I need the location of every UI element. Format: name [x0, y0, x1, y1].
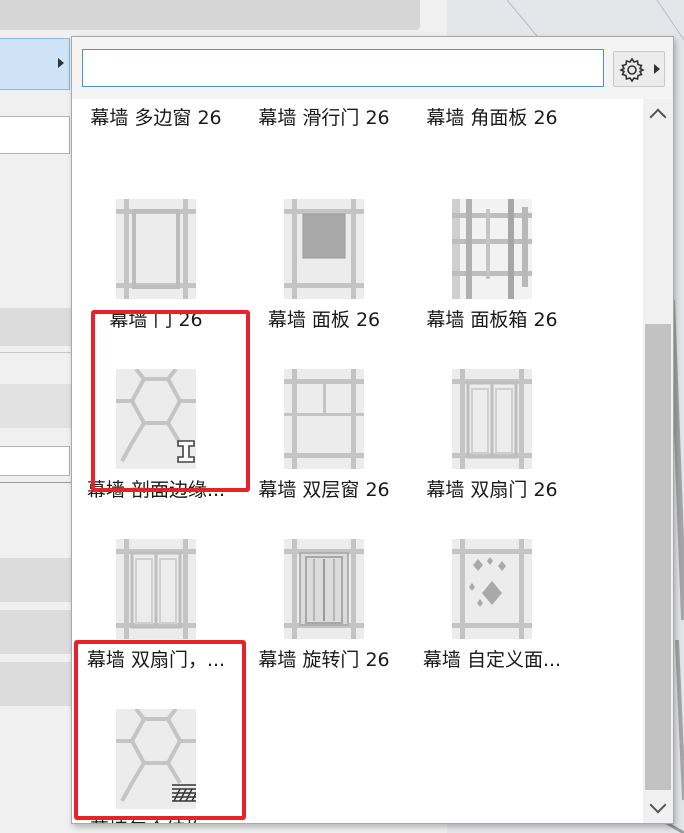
dropdown-arrow-icon [654, 64, 660, 74]
object-label: 幕墙 旋转门 26 [258, 649, 390, 671]
background-toolbar [0, 0, 420, 30]
object-label: 幕墙 多边窗 26 [90, 107, 222, 129]
object-label: 幕墙 自定义面... [422, 649, 562, 671]
popup-header [72, 37, 673, 99]
curtain-wall-double-door-thumbnail [452, 369, 532, 469]
highlight-box [74, 640, 246, 820]
chevron-up-icon [649, 108, 667, 126]
curtain-wall-revolving-door-thumbnail [284, 539, 364, 639]
divider [0, 482, 72, 483]
object-tile[interactable]: 幕墙 滑行门 26 [240, 99, 408, 133]
chevron-down-icon [649, 796, 667, 814]
object-tile[interactable]: 幕墙 角面板 26 [408, 99, 576, 133]
object-label: 幕墙 面板 26 [267, 309, 381, 331]
object-tile[interactable]: 幕墙 双扇门 26 [408, 344, 576, 514]
divider [0, 352, 72, 353]
background-bar [0, 558, 72, 602]
curtain-wall-double-door-2-thumbnail [116, 539, 196, 639]
background-bar [0, 662, 72, 706]
object-grid: 幕墙 多边窗 26 幕墙 滑行门 26 幕墙 角面板 26 幕墙 门 26 幕墙… [72, 99, 643, 823]
background-bar [0, 308, 72, 346]
object-tile[interactable]: 幕墙 多边窗 26 [72, 99, 240, 133]
settings-button[interactable] [613, 51, 665, 87]
curtain-wall-panel-box-thumbnail [452, 199, 532, 299]
object-label: 幕墙 双扇门 26 [426, 479, 558, 501]
vertical-scrollbar[interactable] [643, 99, 673, 823]
object-label: 幕墙 双层窗 26 [258, 479, 390, 501]
scroll-thumb[interactable] [645, 324, 671, 790]
object-tile[interactable]: 幕墙 自定义面... [408, 514, 576, 684]
object-picker-popup: 幕墙 多边窗 26 幕墙 滑行门 26 幕墙 角面板 26 幕墙 门 26 幕墙… [71, 36, 674, 824]
object-tile[interactable]: 幕墙 双层窗 26 [240, 344, 408, 514]
background-bar [0, 610, 72, 654]
gear-icon [619, 57, 645, 83]
background-field[interactable] [0, 446, 70, 476]
curtain-wall-panel-thumbnail [284, 199, 364, 299]
scroll-up-button[interactable] [643, 99, 673, 129]
object-tile[interactable]: 幕墙 旋转门 26 [240, 514, 408, 684]
curtain-wall-double-window-thumbnail [284, 369, 364, 469]
curtain-wall-door-thumbnail [116, 199, 196, 299]
background-field[interactable] [0, 116, 70, 154]
object-tile[interactable]: 幕墙 面板 26 [240, 174, 408, 344]
search-input[interactable] [82, 49, 604, 87]
object-label: 幕墙 滑行门 26 [258, 107, 390, 129]
submenu-arrow-icon [58, 58, 64, 68]
background-panel [0, 0, 420, 833]
object-label: 幕墙 面板箱 26 [426, 309, 558, 331]
object-label: 幕墙 角面板 26 [426, 107, 558, 129]
scroll-down-button[interactable] [643, 793, 673, 823]
background-bar [0, 384, 72, 428]
highlight-box [91, 310, 250, 492]
object-tile[interactable]: 幕墙 面板箱 26 [408, 174, 576, 344]
curtain-wall-custom-panel-thumbnail [452, 539, 532, 639]
